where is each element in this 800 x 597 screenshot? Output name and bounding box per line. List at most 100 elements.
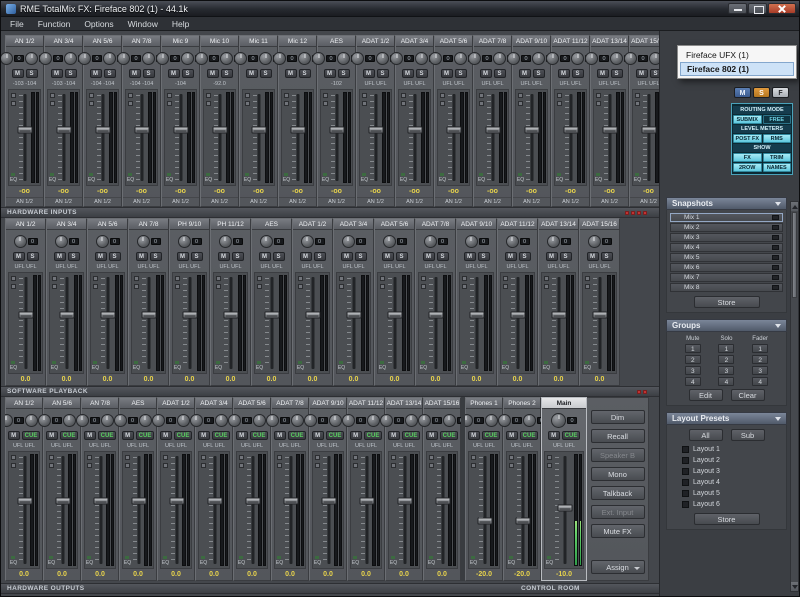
fader-value[interactable]: 0.0 (416, 375, 455, 385)
fader-cap[interactable] (224, 312, 239, 319)
settings-icon[interactable] (380, 284, 385, 289)
fader-cap[interactable] (291, 127, 306, 134)
fader-cap[interactable] (558, 504, 573, 511)
eq-section[interactable]: EQ (470, 556, 477, 566)
cue-button[interactable]: CUE (288, 431, 307, 440)
settings-icon[interactable] (239, 463, 244, 468)
layout-item[interactable]: Layout 5 (682, 488, 783, 498)
settings-icon[interactable] (163, 463, 168, 468)
assign-readout[interactable]: AN 1/2 (279, 197, 316, 206)
m-button[interactable]: M (388, 431, 400, 440)
fader-cap[interactable] (131, 498, 146, 505)
fader-value[interactable]: 0.0 (88, 375, 127, 385)
fader-cap[interactable] (397, 498, 412, 505)
eq-section[interactable]: EQ (546, 556, 553, 566)
gain-knob[interactable] (291, 414, 304, 427)
gain-knob[interactable] (14, 235, 27, 248)
phase-icon[interactable] (421, 276, 426, 281)
channel-name[interactable]: AES (318, 36, 355, 47)
gain-knob[interactable] (101, 414, 114, 427)
eq-section[interactable]: EQ (420, 361, 427, 371)
settings-icon[interactable] (391, 463, 396, 468)
group-button[interactable]: 3 (752, 366, 768, 375)
m-button[interactable]: M (480, 69, 492, 78)
m-button[interactable]: M (285, 69, 297, 78)
phase-icon[interactable] (11, 455, 16, 460)
gain-knob[interactable] (215, 414, 228, 427)
eq-section[interactable]: EQ (508, 556, 515, 566)
gain-knob[interactable] (25, 414, 38, 427)
eq-section[interactable]: EQ (543, 361, 550, 371)
fader-value[interactable]: 0.0 (47, 375, 86, 385)
gain-knob[interactable] (152, 414, 165, 427)
m-button[interactable]: M (505, 252, 517, 261)
fader-value[interactable]: 0.0 (252, 375, 291, 385)
phase-icon[interactable] (557, 93, 562, 98)
settings-icon[interactable] (585, 284, 590, 289)
m-button[interactable]: M (12, 69, 24, 78)
snapshot-item[interactable]: Mix 2 (670, 223, 783, 232)
eq-section[interactable]: EQ (276, 556, 283, 566)
fader-value[interactable]: 0.0 (539, 375, 578, 385)
fader-value[interactable]: 0.0 (272, 570, 308, 580)
fader-track[interactable] (291, 93, 304, 182)
m-button[interactable]: M (274, 431, 286, 440)
settings-icon[interactable] (479, 101, 484, 106)
gain-knob[interactable] (342, 235, 355, 248)
m-button[interactable]: M (468, 431, 480, 440)
fader-track[interactable] (398, 455, 410, 565)
gain-knob[interactable] (547, 235, 560, 248)
recall-button[interactable]: Recall (591, 429, 645, 443)
eq-section[interactable]: EQ (379, 361, 386, 371)
fader-track[interactable] (18, 455, 30, 565)
fader-track[interactable] (57, 93, 70, 182)
eq-section[interactable]: EQ (634, 173, 641, 183)
phase-icon[interactable] (245, 93, 250, 98)
m-button[interactable]: M (350, 431, 362, 440)
fader-value[interactable]: -oo (162, 187, 199, 197)
s-button[interactable]: S (191, 252, 203, 261)
m-button[interactable]: M (441, 69, 453, 78)
eq-section[interactable]: EQ (133, 361, 140, 371)
layout-checkbox[interactable] (682, 490, 689, 497)
fader-cap[interactable] (603, 127, 618, 134)
eq-section[interactable]: EQ (10, 361, 17, 371)
fader-value[interactable]: 0.0 (386, 570, 422, 580)
settings-icon[interactable] (245, 101, 250, 106)
fader-track[interactable] (170, 455, 182, 565)
gain-knob[interactable] (367, 414, 380, 427)
free-button[interactable]: FREE (763, 115, 792, 124)
menu-file[interactable]: File (3, 17, 31, 31)
fader-cap[interactable] (142, 312, 157, 319)
channel-name[interactable]: ADAT 1/2 (293, 219, 332, 230)
s-button[interactable]: S (65, 69, 77, 78)
m-button[interactable]: M (548, 431, 560, 440)
fader-cap[interactable] (207, 498, 222, 505)
settings-icon[interactable] (216, 284, 221, 289)
fader-track[interactable] (478, 455, 490, 565)
channel-name[interactable]: ADAT 7/8 (272, 398, 308, 409)
m-button[interactable]: M (129, 69, 141, 78)
gain-knob[interactable] (546, 52, 559, 65)
gain-knob[interactable] (273, 52, 286, 65)
gain-knob[interactable] (96, 235, 109, 248)
m-button[interactable]: M (54, 252, 66, 261)
group-button[interactable]: 1 (718, 344, 734, 353)
s-button[interactable]: S (650, 69, 660, 78)
gain-knob[interactable] (485, 414, 498, 427)
phase-icon[interactable] (134, 276, 139, 281)
2row-button[interactable]: 2ROW (733, 163, 762, 172)
fader-track[interactable] (447, 93, 460, 182)
phase-icon[interactable] (471, 455, 476, 460)
gain-knob[interactable] (507, 52, 520, 65)
gain-knob[interactable] (1, 52, 13, 65)
s-button[interactable]: S (299, 69, 311, 78)
fader-value[interactable]: 0.0 (580, 375, 619, 385)
cue-button[interactable]: CUE (520, 431, 539, 440)
phase-icon[interactable] (380, 276, 385, 281)
phase-icon[interactable] (52, 276, 57, 281)
fader-cap[interactable] (55, 498, 70, 505)
layout-presets-header[interactable]: Layout Presets (666, 412, 787, 425)
fader-cap[interactable] (564, 127, 579, 134)
channel-name[interactable]: ADAT 1/2 (158, 398, 194, 409)
